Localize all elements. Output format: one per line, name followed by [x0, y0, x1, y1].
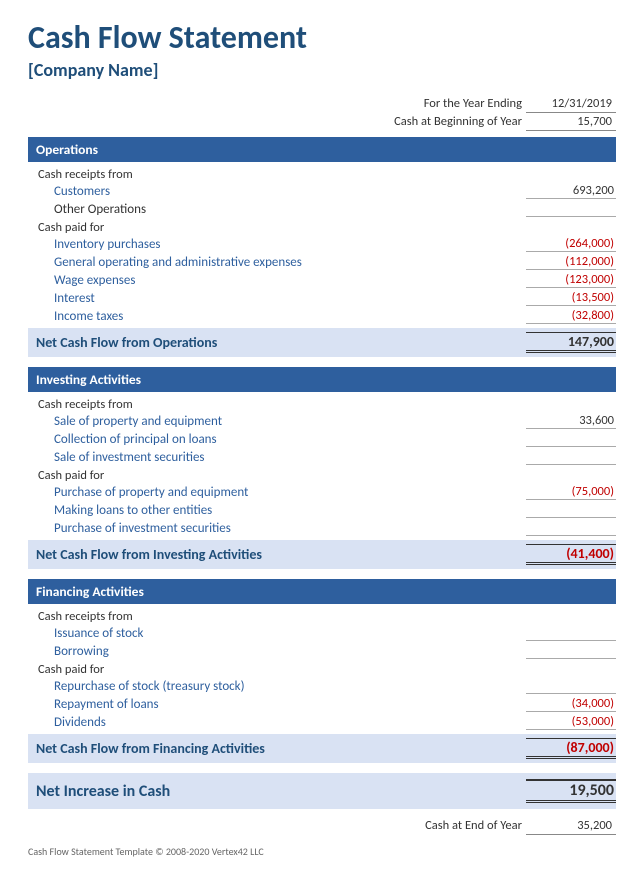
investing-receipts-label: Cash receipts from: [28, 395, 616, 412]
sale-invest-label: Sale of investment securities: [28, 450, 526, 465]
net-increase-row: Net Increase in Cash 19,500: [28, 773, 616, 809]
net-increase-label: Net Increase in Cash: [36, 782, 170, 801]
financing-paid-label: Cash paid for: [28, 660, 616, 677]
sale-invest-value: [526, 449, 616, 465]
income-tax-label: Income taxes: [28, 309, 526, 324]
making-loans-row: Making loans to other entities: [28, 501, 616, 519]
investing-section: Investing Activities Cash receipts from …: [28, 367, 616, 569]
company-name: [Company Name]: [28, 59, 616, 81]
operations-section: Operations Cash receipts from Customers …: [28, 137, 616, 357]
collection-row: Collection of principal on loans: [28, 430, 616, 448]
investing-header: Investing Activities: [28, 367, 616, 392]
repayment-value: (34,000): [526, 696, 616, 712]
collection-label: Collection of principal on loans: [28, 432, 526, 447]
borrowing-value: [526, 643, 616, 659]
cash-end-of-year: Cash at End of Year 35,200: [28, 817, 616, 835]
customers-row: Customers 693,200: [28, 182, 616, 200]
interest-value: (13,500): [526, 290, 616, 306]
cash-beginning-value: 15,700: [526, 113, 616, 131]
purchase-invest-label: Purchase of investment securities: [28, 521, 526, 536]
dividends-row: Dividends (53,000): [28, 713, 616, 731]
cash-beginning-label: Cash at Beginning of Year: [390, 113, 526, 131]
repurchase-label: Repurchase of stock (treasury stock): [28, 679, 526, 694]
page-title: Cash Flow Statement: [28, 18, 616, 57]
sale-prop-label: Sale of property and equipment: [28, 414, 526, 429]
operations-net-row: Net Cash Flow from Operations 147,900: [28, 328, 616, 357]
inventory-label: Inventory purchases: [28, 237, 526, 252]
borrowing-label: Borrowing: [28, 644, 526, 659]
footer: Cash Flow Statement Template © 2008-2020…: [28, 845, 616, 858]
for-year-value: 12/31/2019: [526, 95, 616, 113]
purchase-invest-value: [526, 520, 616, 536]
investing-net-value: (41,400): [526, 544, 616, 565]
investing-net-label: Net Cash Flow from Investing Activities: [36, 546, 262, 563]
interest-row: Interest (13,500): [28, 289, 616, 307]
purchase-prop-value: (75,000): [526, 484, 616, 500]
operations-paid-label: Cash paid for: [28, 218, 616, 235]
issuance-label: Issuance of stock: [28, 626, 526, 641]
wage-value: (123,000): [526, 272, 616, 288]
customers-label: Customers: [28, 184, 526, 199]
financing-net-label: Net Cash Flow from Financing Activities: [36, 740, 265, 757]
inventory-row: Inventory purchases (264,000): [28, 235, 616, 253]
operations-receipts-label: Cash receipts from: [28, 165, 616, 182]
making-loans-value: [526, 502, 616, 518]
general-row: General operating and administrative exp…: [28, 253, 616, 271]
operations-net-value: 147,900: [526, 332, 616, 353]
sale-invest-row: Sale of investment securities: [28, 448, 616, 466]
issuance-value: [526, 625, 616, 641]
income-tax-row: Income taxes (32,800): [28, 307, 616, 325]
purchase-prop-label: Purchase of property and equipment: [28, 485, 526, 500]
issuance-row: Issuance of stock: [28, 624, 616, 642]
general-label: General operating and administrative exp…: [28, 255, 526, 270]
general-value: (112,000): [526, 254, 616, 270]
repurchase-row: Repurchase of stock (treasury stock): [28, 677, 616, 695]
header-info-table: For the Year Ending 12/31/2019 Cash at B…: [390, 95, 616, 131]
cash-end-label: Cash at End of Year: [421, 817, 526, 835]
net-increase-value: 19,500: [526, 779, 616, 803]
dividends-value: (53,000): [526, 714, 616, 730]
other-ops-row: Other Operations: [28, 200, 616, 218]
customers-value: 693,200: [526, 183, 616, 199]
operations-net-label: Net Cash Flow from Operations: [36, 334, 217, 351]
financing-net-row: Net Cash Flow from Financing Activities …: [28, 734, 616, 763]
operations-header: Operations: [28, 137, 616, 162]
cash-end-table: Cash at End of Year 35,200: [421, 817, 616, 835]
wage-row: Wage expenses (123,000): [28, 271, 616, 289]
income-tax-value: (32,800): [526, 308, 616, 324]
inventory-value: (264,000): [526, 236, 616, 252]
wage-label: Wage expenses: [28, 273, 526, 288]
financing-header: Financing Activities: [28, 579, 616, 604]
sale-prop-value: 33,600: [526, 413, 616, 429]
collection-value: [526, 431, 616, 447]
other-ops-label: Other Operations: [28, 202, 526, 217]
financing-net-value: (87,000): [526, 738, 616, 759]
borrowing-row: Borrowing: [28, 642, 616, 660]
repayment-label: Repayment of loans: [28, 697, 526, 712]
repayment-row: Repayment of loans (34,000): [28, 695, 616, 713]
sale-prop-row: Sale of property and equipment 33,600: [28, 412, 616, 430]
investing-paid-label: Cash paid for: [28, 466, 616, 483]
financing-section: Financing Activities Cash receipts from …: [28, 579, 616, 763]
for-year-label: For the Year Ending: [390, 95, 526, 113]
dividends-label: Dividends: [28, 715, 526, 730]
purchase-invest-row: Purchase of investment securities: [28, 519, 616, 537]
investing-net-row: Net Cash Flow from Investing Activities …: [28, 540, 616, 569]
making-loans-label: Making loans to other entities: [28, 503, 526, 518]
purchase-prop-row: Purchase of property and equipment (75,0…: [28, 483, 616, 501]
financing-receipts-label: Cash receipts from: [28, 607, 616, 624]
repurchase-value: [526, 678, 616, 694]
cash-end-value: 35,200: [526, 817, 616, 835]
other-ops-value: [526, 201, 616, 217]
interest-label: Interest: [28, 291, 526, 306]
